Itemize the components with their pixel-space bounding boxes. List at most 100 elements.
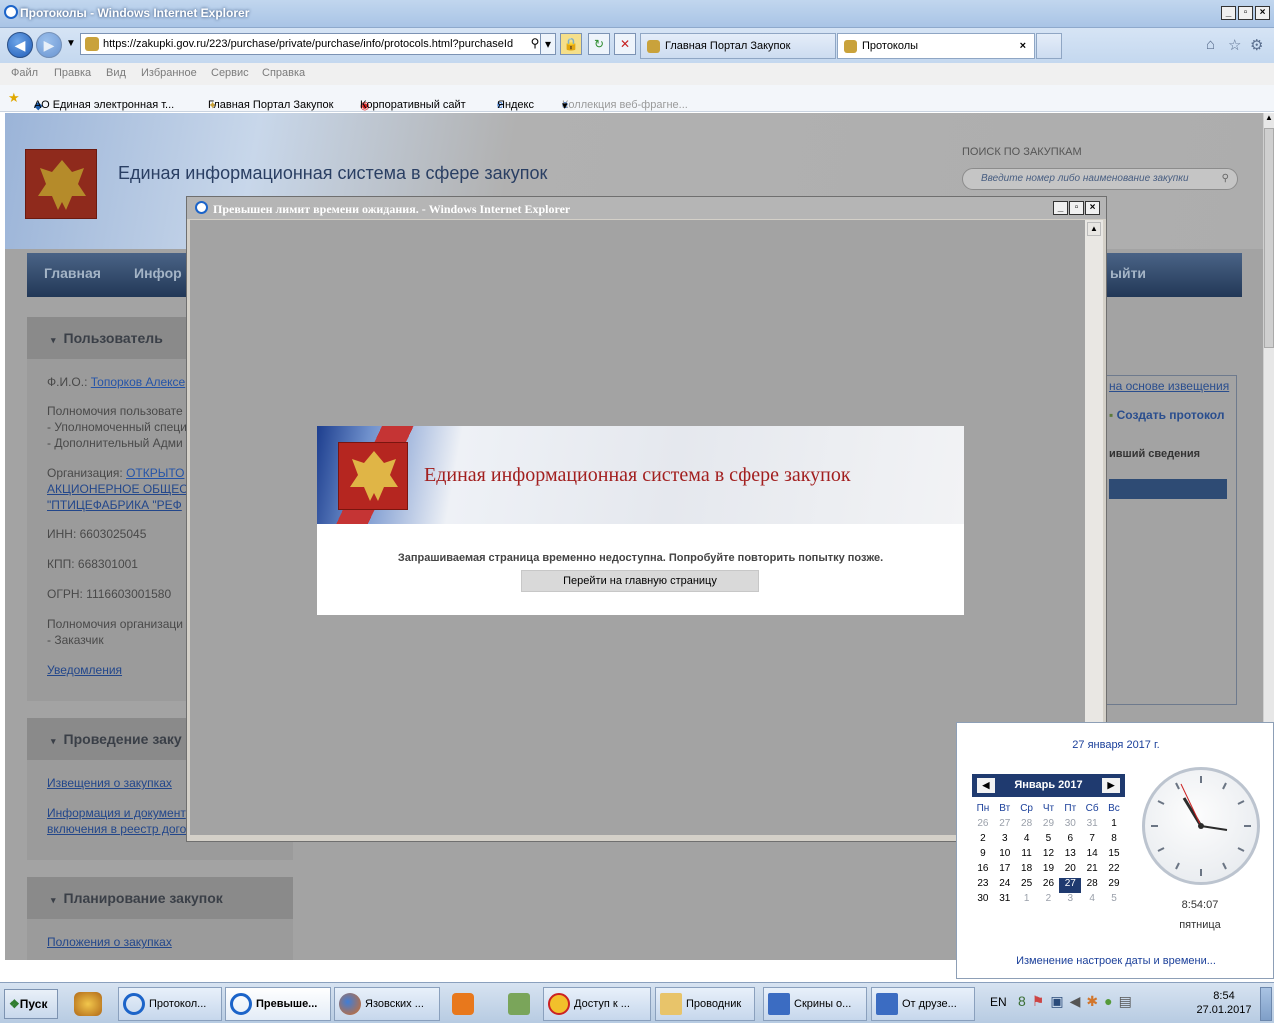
dialog-restore-button[interactable]: ▫ [1069, 201, 1084, 215]
calendar-day[interactable]: 29 [1038, 818, 1060, 833]
forward-button[interactable]: ▶ [36, 32, 62, 58]
language-indicator[interactable]: EN [990, 995, 1007, 1009]
calendar-day[interactable]: 17 [994, 863, 1016, 878]
search-icon[interactable]: ⚲ [1222, 169, 1229, 189]
notice-based-link[interactable]: на основе извещения [1109, 379, 1229, 393]
home-icon[interactable]: ⌂ [1206, 36, 1215, 53]
calendar-day[interactable]: 3 [994, 833, 1016, 848]
long-date[interactable]: 27 января 2017 г. [957, 739, 1274, 751]
info-docs-link[interactable]: Информация и документ [47, 806, 186, 820]
planning-panel-header[interactable]: ▾ Планирование закупок [27, 877, 293, 919]
calendar-day[interactable]: 4 [1016, 833, 1038, 848]
org-link[interactable]: "ПТИЦЕФАБРИКА "РЕФ [47, 498, 182, 512]
quicklaunch-icon[interactable] [74, 992, 102, 1016]
calendar-day[interactable]: 27 [994, 818, 1016, 833]
show-desktop-button[interactable] [1260, 987, 1272, 1021]
scroll-up-icon[interactable]: ▲ [1264, 113, 1274, 122]
tray-clock[interactable]: 8:54 27.01.2017 [1192, 989, 1256, 1017]
search-input[interactable]: Введите номер либо наименование закупки … [962, 168, 1238, 190]
calendar-day[interactable]: 26 [1038, 878, 1060, 893]
next-month-button[interactable]: ▶ [1102, 778, 1120, 793]
history-dropdown-icon[interactable]: ▼ [66, 38, 76, 49]
calendar-day[interactable]: 11 [1016, 848, 1038, 863]
org-link[interactable]: ОТКРЫТО [126, 466, 184, 480]
info-docs-link[interactable]: включения в реестр дого [47, 822, 186, 836]
calendar-day[interactable]: 16 [972, 863, 994, 878]
gear-icon[interactable]: ⚙ [1250, 36, 1263, 54]
calendar-day[interactable]: 15 [1103, 848, 1125, 863]
calendar-day[interactable]: 24 [994, 878, 1016, 893]
taskbar-item-word-screens[interactable]: Скрины о... [763, 987, 867, 1021]
calendar-day[interactable]: 9 [972, 848, 994, 863]
chevron-down-icon[interactable]: ▾ [562, 99, 568, 112]
taskbar-item-1c[interactable]: Доступ к ... [543, 987, 651, 1021]
org-link[interactable]: АКЦИОНЕРНОЕ ОБЩЕС [47, 482, 188, 496]
calendar-day[interactable]: 29 [1103, 878, 1125, 893]
calendar-day[interactable]: 23 [972, 878, 994, 893]
calendar-day[interactable]: 14 [1081, 848, 1103, 863]
calendar-day[interactable]: 30 [972, 893, 994, 908]
calendar-day[interactable]: 21 [1081, 863, 1103, 878]
lock-icon[interactable]: 🔒 [560, 33, 582, 55]
calendar-day[interactable]: 2 [972, 833, 994, 848]
tray-app-icon[interactable]: 8 [1018, 993, 1032, 1009]
menu-help[interactable]: Справка [262, 67, 305, 79]
back-button[interactable]: ◀ [7, 32, 33, 58]
tab-protocols[interactable]: Протоколы × [837, 33, 1035, 59]
calendar-day[interactable]: 30 [1059, 818, 1081, 833]
calendar-day[interactable]: 4 [1081, 893, 1103, 908]
taskbar-item-firefox[interactable]: Язовских ... [334, 987, 440, 1021]
calendar-day[interactable]: 31 [1081, 818, 1103, 833]
calendar-day[interactable]: 7 [1081, 833, 1103, 848]
prev-month-button[interactable]: ◀ [977, 778, 995, 793]
tray-monitor-icon[interactable]: ▤ [1119, 993, 1138, 1009]
scroll-up-icon[interactable]: ▲ [1087, 222, 1101, 236]
calendar-day[interactable]: 3 [1059, 893, 1081, 908]
tab-main-portal[interactable]: Главная Портал Закупок [640, 33, 836, 59]
app-icon[interactable] [508, 993, 530, 1015]
calendar-day[interactable]: 5 [1038, 833, 1060, 848]
menu-tools[interactable]: Сервис [211, 67, 249, 79]
close-tab-icon[interactable]: × [1020, 34, 1026, 58]
calendar-day[interactable]: 6 [1059, 833, 1081, 848]
calendar-day[interactable]: 1 [1103, 818, 1125, 833]
taskbar-item-explorer[interactable]: Проводник [655, 987, 755, 1021]
calendar-day[interactable]: 1 [1016, 893, 1038, 908]
notices-link[interactable]: Извещения о закупках [47, 776, 172, 790]
taskbar-item-word-friends[interactable]: От друзе... [871, 987, 975, 1021]
taskbar-item-protocols[interactable]: Протокол... [118, 987, 222, 1021]
calendar-day[interactable]: 2 [1038, 893, 1060, 908]
menu-favorites[interactable]: Избранное [141, 67, 197, 79]
dialog-close-button[interactable]: × [1085, 201, 1100, 215]
address-dropdown-icon[interactable]: ▾ [540, 33, 556, 55]
close-button[interactable]: × [1255, 6, 1270, 20]
refresh-icon[interactable]: ↻ [588, 33, 610, 55]
calendar-day[interactable]: 22 [1103, 863, 1125, 878]
media-player-icon[interactable] [452, 993, 474, 1015]
calendar-month[interactable]: Январь 2017 [1002, 779, 1095, 791]
calendar-day[interactable]: 28 [1081, 878, 1103, 893]
tray-update-icon[interactable]: ● [1104, 993, 1118, 1009]
calendar-day[interactable]: 13 [1059, 848, 1081, 863]
nav-logout[interactable]: ыйти [1110, 265, 1146, 281]
calendar-day[interactable]: 5 [1103, 893, 1125, 908]
create-protocol-button[interactable]: ▪ Создать протокол [1109, 408, 1224, 422]
menu-file[interactable]: Файл [11, 67, 38, 79]
volume-icon[interactable]: ◀ [1070, 993, 1087, 1009]
nav-home[interactable]: Главная [44, 265, 101, 281]
tray-shield-icon[interactable]: ⚑ [1032, 993, 1051, 1009]
tray-network-icon[interactable]: ▣ [1050, 993, 1069, 1009]
minimize-button[interactable]: _ [1221, 6, 1236, 20]
calendar-day[interactable]: 8 [1103, 833, 1125, 848]
menu-view[interactable]: Вид [106, 67, 126, 79]
notifications-link[interactable]: Уведомления [47, 663, 122, 677]
restore-button[interactable]: ▫ [1238, 6, 1253, 20]
menu-edit[interactable]: Правка [54, 67, 91, 79]
dialog-minimize-button[interactable]: _ [1053, 201, 1068, 215]
address-bar[interactable]: https://zakupki.gov.ru/223/purchase/priv… [80, 33, 554, 55]
calendar-day[interactable]: 18 [1016, 863, 1038, 878]
start-button[interactable]: ❖Пуск [4, 989, 58, 1019]
calendar-day[interactable]: 25 [1016, 878, 1038, 893]
change-date-settings-link[interactable]: Изменение настроек даты и времени... [957, 955, 1274, 967]
new-tab-button[interactable] [1036, 33, 1062, 59]
